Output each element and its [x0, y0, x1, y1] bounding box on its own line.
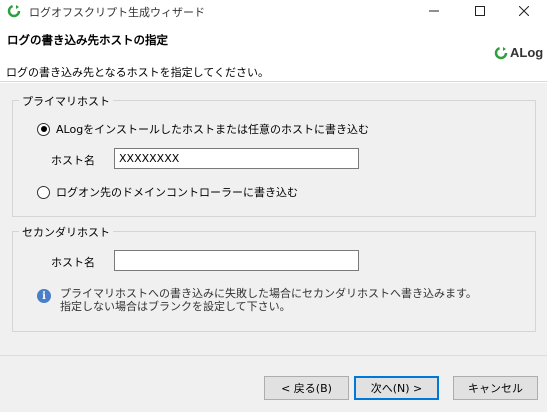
radio-install-host[interactable]: ALog をインストールしたホストまたは任意のホストに書き込む [37, 121, 369, 137]
secondary-host-name-label: ホスト名 [51, 256, 95, 269]
wizard-header: ログの書き込み先ホストの指定 ALog ログの書き込み先となるホストを指定してく… [0, 22, 547, 82]
next-button[interactable]: 次へ(N) > [354, 376, 439, 400]
minimize-button[interactable] [411, 0, 457, 22]
wizard-content: プライマリホスト ALog をインストールしたホストまたは任意のホストに書き込む … [0, 83, 547, 412]
alog-logo-icon [494, 46, 508, 59]
radio-install-host-button[interactable] [37, 122, 50, 136]
maximize-button[interactable] [457, 0, 503, 22]
radio-install-host-label: をインストールしたホストまたは任意のホストに書き込む [83, 123, 369, 136]
page-description: ログの書き込み先となるホストを指定してください。 [6, 66, 270, 79]
close-icon [519, 6, 529, 16]
primary-host-name-input[interactable]: XXXXXXXX [114, 148, 359, 169]
radio-domain-controller-button[interactable] [37, 185, 50, 199]
secondary-host-group-title: セカンダリホスト [19, 224, 113, 240]
alog-logo: ALog [494, 45, 543, 60]
page-title: ログの書き込み先ホストの指定 [7, 33, 168, 47]
radio-install-host-label-brand: ALog [56, 122, 84, 136]
logo-text: ALog [510, 45, 544, 60]
secondary-info-line1: プライマリホストへの書き込みに失敗した場合にセカンダリホストへ書き込みます。 [60, 287, 477, 300]
radio-domain-controller-label: ログオン先のドメインコントローラーに書き込む [56, 186, 298, 199]
back-button[interactable]: < 戻る(B) [264, 376, 349, 400]
secondary-host-name-input[interactable] [114, 250, 359, 271]
maximize-icon [475, 6, 485, 16]
title-bar: ログオフスクリプト生成ウィザード [0, 0, 547, 22]
minimize-icon [429, 10, 439, 12]
app-icon [7, 4, 21, 18]
primary-host-name-label: ホスト名 [51, 154, 95, 167]
secondary-host-group: セカンダリホスト ホスト名 i プライマリホストへの書き込みに失敗した場合にセカ… [12, 224, 536, 332]
primary-host-group-title: プライマリホスト [19, 93, 113, 109]
radio-domain-controller[interactable]: ログオン先のドメインコントローラーに書き込む [37, 184, 298, 200]
info-icon: i [37, 289, 51, 303]
primary-host-group: プライマリホスト ALog をインストールしたホストまたは任意のホストに書き込む … [12, 93, 536, 217]
footer-separator [0, 355, 547, 356]
close-button[interactable] [501, 0, 547, 22]
secondary-info-line2: 指定しない場合はブランクを設定して下さい。 [60, 300, 291, 313]
cancel-button[interactable]: キャンセル [453, 376, 538, 400]
window-title: ログオフスクリプト生成ウィザード [29, 6, 205, 19]
